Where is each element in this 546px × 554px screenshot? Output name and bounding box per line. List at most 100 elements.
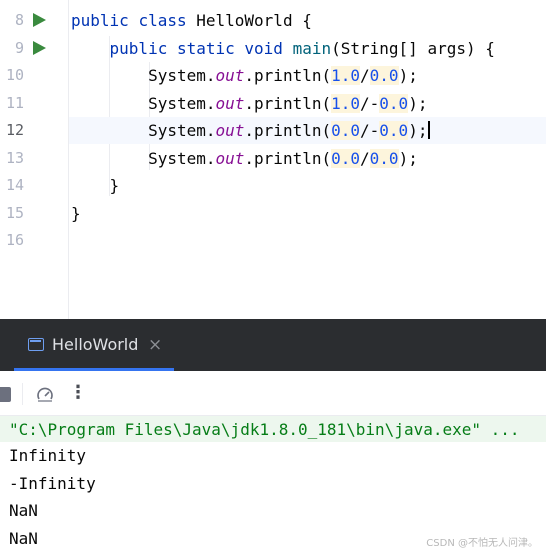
- console-command-text: "C:\Program Files\Java\jdk1.8.0_181\bin\…: [9, 420, 520, 439]
- code-token: }: [71, 176, 120, 195]
- stop-icon[interactable]: [0, 387, 11, 402]
- console-output-line: NaN: [9, 501, 38, 520]
- line-number: 8: [14, 11, 24, 29]
- code-token: /: [360, 66, 370, 85]
- gutter-row: 15: [0, 200, 68, 227]
- line-number: 9: [14, 39, 24, 57]
- code-token: /-: [360, 121, 380, 140]
- run-tab-helloworld[interactable]: HelloWorld ×: [14, 319, 174, 371]
- line-number: 16: [5, 231, 24, 249]
- code-token: .println(: [244, 149, 332, 168]
- console-output-line: Infinity: [9, 446, 87, 465]
- code-line[interactable]: [69, 227, 546, 254]
- code-line[interactable]: }: [69, 172, 546, 199]
- code-line-content: System.out.println(0.0/-0.0);: [71, 121, 431, 140]
- run-toolbar: ⋮: [0, 371, 546, 416]
- console-tab-icon: [28, 338, 44, 351]
- code-line-content: System.out.println(1.0/0.0);: [71, 66, 418, 85]
- code-token: );: [398, 149, 418, 168]
- code-token: void: [244, 39, 283, 58]
- code-token: 0.0: [379, 121, 409, 140]
- code-token: );: [408, 94, 428, 113]
- code-line-content: System.out.println(0.0/0.0);: [71, 149, 418, 168]
- code-area[interactable]: public class HelloWorld { public static …: [69, 0, 546, 319]
- code-token: 0.0: [331, 121, 361, 140]
- run-gutter-icon[interactable]: [33, 13, 46, 27]
- line-number: 11: [5, 94, 24, 112]
- code-token: );: [398, 66, 418, 85]
- code-token: out: [215, 94, 245, 113]
- code-token: }: [71, 204, 81, 223]
- code-line[interactable]: System.out.println(1.0/0.0);: [69, 62, 546, 89]
- run-tool-header: HelloWorld ×: [0, 319, 546, 371]
- code-token: 0.0: [379, 94, 409, 113]
- code-token: .println(: [244, 121, 332, 140]
- code-token: 1.0: [331, 66, 361, 85]
- code-token: class: [138, 11, 187, 30]
- line-number: 13: [5, 149, 24, 167]
- gutter-row: 13: [0, 145, 68, 172]
- code-token: HelloWorld {: [186, 11, 312, 30]
- console-command-line: "C:\Program Files\Java\jdk1.8.0_181\bin\…: [0, 416, 546, 442]
- code-token: 1.0: [331, 94, 361, 113]
- code-token: System.: [71, 66, 216, 85]
- line-number: 10: [5, 66, 24, 84]
- code-editor[interactable]: 8 9 10 11 12 13 14 15 16 public class HelloWorld…: [0, 0, 546, 319]
- code-line-content: }: [71, 176, 120, 195]
- code-line-content: public static void main(String[] args) {: [71, 39, 495, 58]
- gutter-row: 10: [0, 62, 68, 89]
- code-token: public: [71, 11, 129, 30]
- code-line[interactable]: System.out.println(1.0/-0.0);: [69, 90, 546, 117]
- toolbar-separator: [22, 383, 23, 405]
- code-line[interactable]: System.out.println(0.0/-0.0);: [69, 117, 546, 144]
- code-token: System.: [71, 121, 216, 140]
- code-line[interactable]: }: [69, 200, 546, 227]
- code-token: .println(: [244, 94, 332, 113]
- code-token: /: [360, 149, 370, 168]
- code-token: out: [215, 121, 245, 140]
- watermark: CSDN @不怕无人问津。: [426, 538, 538, 549]
- console-output-line: -Infinity: [9, 473, 96, 493]
- console-output-line: NaN: [9, 528, 38, 548]
- gutter-row: 14: [0, 172, 68, 199]
- code-token: System.: [71, 94, 216, 113]
- code-line-content: }: [71, 204, 81, 223]
- run-tool-window: HelloWorld × ⋮ "C:\Program Files\Java\jd…: [0, 319, 546, 554]
- code-line[interactable]: public static void main(String[] args) {: [69, 35, 546, 62]
- line-number: 12: [5, 121, 24, 139]
- gutter-row: 12: [0, 117, 68, 144]
- gutter-row: 16: [0, 227, 68, 254]
- more-vertical-icon[interactable]: ⋮: [68, 382, 88, 404]
- gutter-row: 11: [0, 90, 68, 117]
- code-line[interactable]: public class HelloWorld {: [69, 7, 546, 34]
- run-tab-label: HelloWorld: [52, 335, 139, 354]
- text-caret: [428, 121, 431, 139]
- code-token: (String[] args) {: [331, 39, 495, 58]
- gauge-icon[interactable]: [36, 386, 54, 404]
- code-line-content: System.out.println(1.0/-0.0);: [71, 94, 427, 113]
- code-token: out: [215, 149, 245, 168]
- code-token: public: [109, 39, 168, 58]
- gutter-row: 9: [0, 35, 68, 62]
- code-token: );: [408, 121, 428, 140]
- code-line-content: public class HelloWorld {: [71, 11, 312, 30]
- run-gutter-icon[interactable]: [33, 41, 46, 55]
- close-icon[interactable]: ×: [148, 319, 162, 371]
- code-token: 0.0: [369, 66, 399, 85]
- line-number: 15: [5, 204, 24, 222]
- code-line[interactable]: System.out.println(0.0/0.0);: [69, 145, 546, 172]
- gutter-row: 8: [0, 7, 68, 34]
- code-token: 0.0: [331, 149, 361, 168]
- code-token: /-: [360, 94, 380, 113]
- code-token: .println(: [244, 66, 332, 85]
- code-token: main: [292, 39, 332, 58]
- code-token: System.: [71, 149, 216, 168]
- code-token: 0.0: [369, 149, 399, 168]
- code-token: static: [176, 39, 235, 58]
- editor-gutter: 8 9 10 11 12 13 14 15 16: [0, 0, 69, 319]
